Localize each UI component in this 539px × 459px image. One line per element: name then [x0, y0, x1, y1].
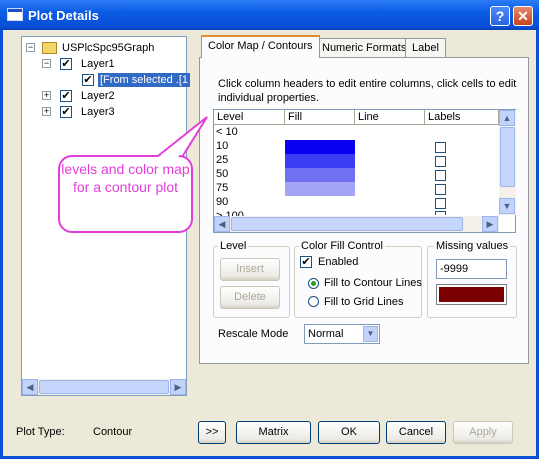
label-checkbox[interactable] — [435, 184, 446, 195]
cancel-button[interactable]: Cancel — [386, 421, 446, 444]
column-header-line[interactable]: Line — [355, 110, 425, 125]
label-checkbox[interactable] — [435, 156, 446, 167]
label-checkbox[interactable] — [435, 211, 446, 215]
fill-swatch[interactable] — [285, 168, 355, 182]
fill-to-grid-lines-radio[interactable] — [308, 296, 319, 307]
scroll-right-icon[interactable]: ▶ — [482, 216, 498, 232]
grid-hscroll-thumb[interactable] — [231, 217, 463, 231]
rescale-mode-value: Normal — [308, 328, 344, 340]
missing-values-group: Missing values — [427, 240, 517, 318]
window-icon — [7, 8, 23, 21]
scroll-right-icon[interactable]: ▶ — [170, 379, 186, 395]
plot-type-label: Plot Type: — [16, 426, 65, 438]
tree-item-layer2[interactable]: + ✔ Layer2 — [42, 89, 182, 103]
matrix-button[interactable]: Matrix — [236, 421, 311, 444]
tree-item-label: [From selected .[1 — [98, 73, 191, 87]
tab-label[interactable]: Label — [405, 38, 446, 58]
scroll-down-icon[interactable]: ▼ — [499, 198, 515, 214]
chevron-down-icon[interactable]: ▼ — [363, 326, 378, 342]
tree-item-layer3[interactable]: + ✔ Layer3 — [42, 105, 182, 119]
collapse-icon[interactable]: − — [26, 43, 35, 52]
grid-horizontal-scrollbar[interactable]: ◀ ▶ — [214, 216, 499, 232]
missing-value-input[interactable]: -9999 — [436, 259, 507, 279]
tree-scroll-thumb[interactable] — [39, 380, 169, 394]
tab-color-map-contours[interactable]: Color Map / Contours — [201, 35, 320, 58]
expand-icon[interactable]: + — [42, 107, 51, 116]
level-cell[interactable]: < 10 — [216, 126, 238, 140]
tree-horizontal-scrollbar[interactable]: ◀ ▶ — [22, 379, 186, 395]
annotation-callout: levels and color map for a contour plot — [58, 155, 193, 233]
layer2-checkbox[interactable]: ✔ — [60, 90, 72, 102]
column-header-labels[interactable]: Labels — [425, 110, 499, 125]
fill-swatch[interactable] — [285, 140, 355, 154]
enabled-label: Enabled — [318, 256, 359, 268]
column-header-level[interactable]: Level — [214, 110, 285, 125]
enabled-checkbox[interactable]: ✔ — [300, 256, 312, 268]
rescale-mode-select[interactable]: Normal ▼ — [304, 324, 380, 344]
column-header-fill[interactable]: Fill — [285, 110, 355, 125]
tree-item-label: Layer3 — [81, 106, 115, 118]
tree-root-label: USPlcSpc95Graph — [62, 42, 155, 54]
insert-button[interactable]: Insert — [220, 258, 280, 281]
tree-item-label: Layer1 — [81, 58, 115, 70]
layer1-checkbox[interactable]: ✔ — [60, 58, 72, 70]
levels-grid[interactable]: Level Fill Line Labels < 10 10 25 50 75 … — [213, 109, 516, 233]
label-checkbox[interactable] — [435, 198, 446, 209]
missing-color-swatch — [439, 287, 504, 302]
missing-values-title: Missing values — [434, 240, 511, 252]
plot-type-value: Contour — [93, 426, 133, 438]
apply-button[interactable]: Apply — [453, 421, 513, 444]
level-cell[interactable]: 10 — [216, 140, 228, 154]
level-group-title: Level — [218, 240, 249, 252]
level-cell[interactable]: 90 — [216, 196, 228, 210]
delete-button[interactable]: Delete — [220, 286, 280, 309]
folder-icon — [42, 42, 57, 54]
tree-item-layer1[interactable]: − ✔ Layer1 — [42, 57, 182, 71]
fill-to-contour-lines-radio[interactable] — [308, 278, 319, 289]
hint-text: Click column headers to edit entire colu… — [218, 78, 517, 104]
layer3-checkbox[interactable]: ✔ — [60, 106, 72, 118]
expand-icon[interactable]: + — [42, 91, 51, 100]
expand-button[interactable]: >> — [198, 421, 226, 444]
fill-to-contour-lines-label: Fill to Contour Lines — [324, 277, 422, 289]
scroll-left-icon[interactable]: ◀ — [22, 379, 38, 395]
fill-swatch[interactable] — [285, 154, 355, 168]
fill-swatch[interactable] — [285, 182, 355, 196]
collapse-icon[interactable]: − — [42, 59, 51, 68]
tab-numeric-formats[interactable]: Numeric Formats — [315, 38, 414, 58]
label-checkbox[interactable] — [435, 170, 446, 181]
level-cell[interactable]: 25 — [216, 154, 228, 168]
tree-item-plot[interactable]: ✔ [From selected .[1 — [82, 73, 191, 87]
label-checkbox[interactable] — [435, 142, 446, 153]
tree-root[interactable]: − USPlcSpc95Graph — [26, 41, 186, 55]
level-cell[interactable]: 75 — [216, 182, 228, 196]
color-fill-group-title: Color Fill Control — [299, 240, 385, 252]
plot-checkbox[interactable]: ✔ — [82, 74, 94, 86]
missing-color-picker[interactable] — [436, 284, 507, 305]
tree-item-label: Layer2 — [81, 90, 115, 102]
title-bar[interactable]: Plot Details ? ✕ — [0, 0, 539, 30]
rescale-mode-label: Rescale Mode — [218, 328, 289, 340]
scroll-left-icon[interactable]: ◀ — [214, 216, 230, 232]
grid-vscroll-thumb[interactable] — [500, 127, 515, 187]
help-button[interactable]: ? — [490, 6, 510, 26]
scroll-up-icon[interactable]: ▲ — [499, 110, 515, 126]
close-button[interactable]: ✕ — [513, 6, 533, 26]
level-cell[interactable]: 50 — [216, 168, 228, 182]
plot-details-dialog: Plot Details ? ✕ − USPlcSpc95Graph − ✔ L… — [0, 0, 539, 459]
grid-vertical-scrollbar[interactable]: ▲ ▼ — [499, 110, 516, 215]
fill-to-grid-lines-label: Fill to Grid Lines — [324, 296, 404, 308]
ok-button[interactable]: OK — [318, 421, 380, 444]
window-title: Plot Details — [28, 8, 99, 23]
